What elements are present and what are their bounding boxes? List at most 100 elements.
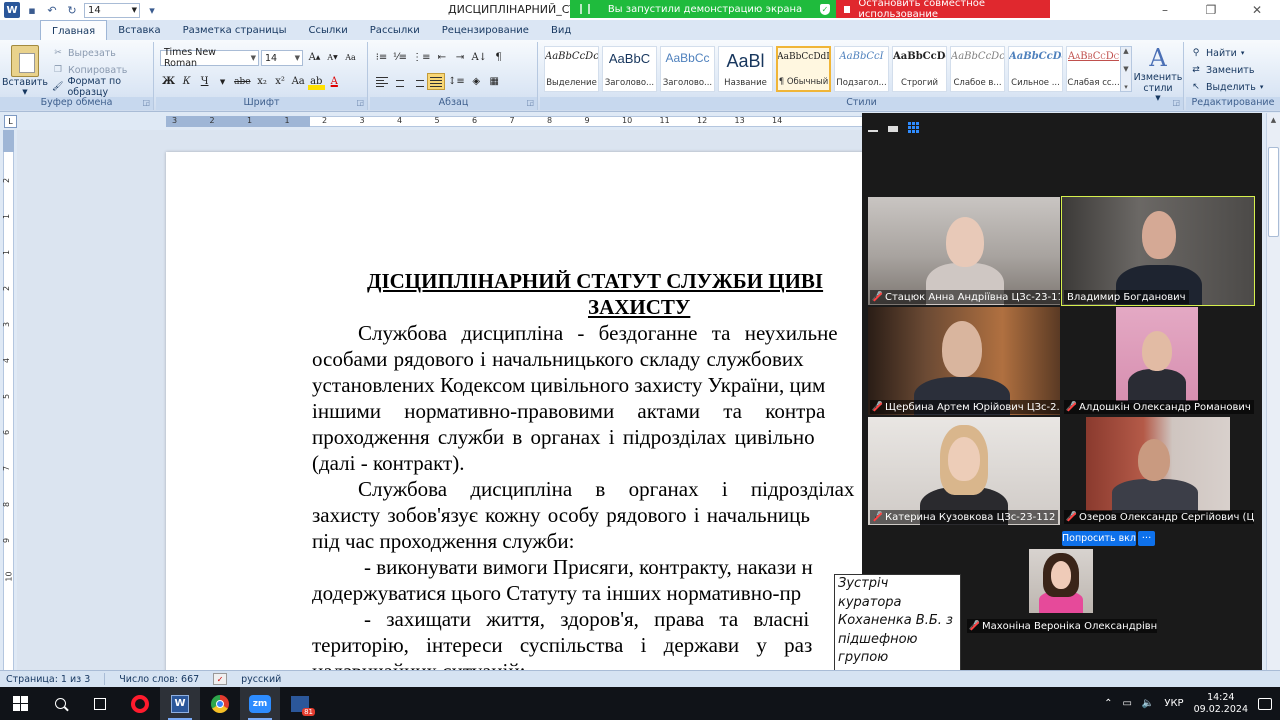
shrink-font-icon[interactable]: A ▼ <box>324 49 341 66</box>
notifications-icon[interactable] <box>1258 697 1272 710</box>
chevron-down-icon[interactable]: ▼ <box>1123 65 1128 73</box>
start-button[interactable] <box>0 687 40 720</box>
tab-insert[interactable]: Вставка <box>107 20 171 40</box>
close-icon[interactable]: ✕ <box>1234 0 1280 20</box>
align-right-icon[interactable] <box>409 73 426 90</box>
increase-indent-icon[interactable]: ⇥ <box>451 49 468 66</box>
video-tile[interactable]: 🎤 Катерина Кузовкова ЦЗс-23-112 <box>868 417 1060 525</box>
video-tile-active-speaker[interactable]: Владимир Богданович <box>1061 196 1255 306</box>
find-button[interactable]: ⚲ Найти ▾ <box>1190 45 1245 61</box>
borders-icon[interactable]: ▦ <box>486 73 503 90</box>
italic-button[interactable]: К <box>178 73 195 90</box>
tab-view[interactable]: Вид <box>540 20 582 40</box>
stop-share-button[interactable]: Остановить совместное использование <box>836 0 1050 20</box>
style-heading2[interactable]: AaBbCc Заголово... <box>660 46 715 92</box>
change-styles-button[interactable]: A Изменить стили ▼ <box>1134 44 1183 102</box>
multilevel-list-icon[interactable]: ⋮≡ <box>410 49 432 66</box>
show-marks-icon[interactable]: ¶ <box>490 49 507 66</box>
scrollbar-thumb[interactable] <box>1268 147 1279 237</box>
opera-app[interactable] <box>120 687 160 720</box>
gallery-view-icon[interactable] <box>908 122 919 133</box>
style-subtle-reference[interactable]: AaBbCcDc Слабая сс... <box>1066 46 1121 92</box>
tab-review[interactable]: Рецензирование <box>431 20 540 40</box>
chrome-app[interactable] <box>200 687 240 720</box>
shading-icon[interactable]: ◈ <box>468 73 485 90</box>
dialog-launcher-icon[interactable]: ◲ <box>356 98 364 107</box>
volume-icon[interactable]: 🔈 <box>1142 698 1154 709</box>
gallery-more-icon[interactable]: ▾ <box>1124 83 1128 91</box>
dialog-launcher-icon[interactable]: ◲ <box>526 98 534 107</box>
word-count[interactable]: Число слов: 667 <box>119 674 199 685</box>
document-language[interactable]: русский <box>241 674 281 685</box>
tab-mailings[interactable]: Рассылки <box>359 20 431 40</box>
document-text[interactable]: ДІСЦИПЛІНАРНИЙ СТАТУТ СЛУЖБИ ЦИВІ ЗАХИСТ… <box>312 268 862 670</box>
tab-references[interactable]: Ссылки <box>297 20 358 40</box>
style-strong[interactable]: AaBbCcDd Строгий <box>892 46 947 92</box>
strikethrough-button[interactable]: abe <box>232 73 252 90</box>
document-area[interactable]: ДІСЦИПЛІНАРНИЙ СТАТУТ СЛУЖБИ ЦИВІ ЗАХИСТ… <box>17 130 862 670</box>
paste-button[interactable]: Вставить ▼ <box>2 45 48 96</box>
grow-font-icon[interactable]: A ▲ <box>306 49 323 66</box>
style-heading1[interactable]: AaBbC Заголово... <box>602 46 657 92</box>
clock[interactable]: 14:24 09.02.2024 <box>1194 692 1248 716</box>
word-app[interactable]: W <box>160 687 200 720</box>
bullets-icon[interactable]: ⁝≡ <box>373 49 390 66</box>
video-tile[interactable]: 🎤 Озеров Олександр Сергійович (Ц... <box>1062 417 1254 525</box>
cut-button[interactable]: ✂ Вырезать <box>52 45 116 61</box>
screen-share-banner[interactable]: Вы запустили демонстрацию экрана ✓ <box>570 0 836 18</box>
more-options-button[interactable]: ··· <box>1138 531 1155 546</box>
style-subtle-emphasis[interactable]: AaBbCcDc Слабое в... <box>950 46 1005 92</box>
clear-format-icon[interactable]: Aa <box>342 49 359 66</box>
select-button[interactable]: ↖ Выделить ▾ <box>1190 79 1263 95</box>
justify-icon[interactable] <box>427 73 445 90</box>
zoom-app[interactable]: zm <box>240 687 280 720</box>
subscript-button[interactable]: x₂ <box>254 73 271 90</box>
tab-selector-icon[interactable]: L <box>4 115 17 128</box>
style-subtitle[interactable]: AaBbCcI Подзагол... <box>834 46 889 92</box>
line-spacing-icon[interactable]: ↕≡ <box>446 73 467 90</box>
video-tile[interactable]: 🎤 Стацюк Анна Андріївна ЦЗс-23-112 <box>868 197 1060 305</box>
drag-handle-icon[interactable] <box>580 4 590 14</box>
style-normal[interactable]: AaBbCcDdI ¶ Обычный <box>776 46 831 92</box>
page-count[interactable]: Страница: 1 из 3 <box>6 674 90 685</box>
numbering-icon[interactable]: ⅟≡ <box>391 49 409 66</box>
align-left-icon[interactable] <box>373 73 390 90</box>
chevron-up-icon[interactable]: ⌃ <box>1104 698 1112 709</box>
vertical-scrollbar[interactable]: ▲ <box>1266 113 1280 670</box>
style-intense-emphasis[interactable]: AaBbCcDc Сильное ... <box>1008 46 1063 92</box>
notes-app[interactable]: 81 <box>280 687 320 720</box>
superscript-button[interactable]: x² <box>272 73 289 90</box>
search-button[interactable] <box>40 687 80 720</box>
style-title[interactable]: AaBl Название <box>718 46 773 92</box>
minimize-video-icon[interactable] <box>868 122 878 132</box>
tab-page-layout[interactable]: Разметка страницы <box>172 20 298 40</box>
network-icon[interactable]: ▭ <box>1122 698 1131 709</box>
font-color-icon[interactable]: A <box>326 73 343 90</box>
chevron-up-icon[interactable]: ▲ <box>1267 113 1280 126</box>
change-case-button[interactable]: Aa <box>290 73 307 90</box>
word-logo-icon[interactable]: W <box>4 2 20 18</box>
maximize-icon[interactable]: ❐ <box>1188 0 1234 20</box>
decrease-indent-icon[interactable]: ⇤ <box>433 49 450 66</box>
dialog-launcher-icon[interactable]: ◲ <box>142 98 150 107</box>
video-tile[interactable]: 🎤 Алдошкін Олександр Романович ... <box>1062 307 1254 415</box>
speaker-view-icon[interactable] <box>888 122 898 132</box>
style-emphasis[interactable]: AaBbCcDc Выделение <box>544 46 599 92</box>
save-icon[interactable]: ▪ <box>24 2 40 18</box>
highlight-icon[interactable]: ab <box>307 73 325 90</box>
format-painter-button[interactable]: 🖌 Формат по образцу <box>52 76 153 98</box>
video-tile[interactable]: 🎤 Махоніна Вероніка Олександрівн... <box>965 549 1157 635</box>
minimize-icon[interactable]: – <box>1142 0 1188 20</box>
align-center-icon[interactable] <box>391 73 408 90</box>
vertical-ruler[interactable]: 2 1 1 2 3 4 5 6 7 8 9 10 <box>0 130 17 670</box>
ask-to-unmute-button[interactable]: Попросить вкл <box>1062 531 1136 546</box>
undo-icon[interactable]: ↶ <box>44 2 60 18</box>
customize-toolbar-icon[interactable]: ▾ <box>144 2 160 18</box>
style-gallery-scroll[interactable]: ▲ ▼ ▾ <box>1120 46 1132 92</box>
replace-button[interactable]: ⇄ Заменить <box>1190 62 1254 78</box>
sort-icon[interactable]: A↓ <box>469 49 489 66</box>
task-view-button[interactable] <box>80 687 120 720</box>
font-family-select[interactable]: Times New Roman ▼ <box>160 47 259 69</box>
chevron-down-icon[interactable]: ▼ <box>214 73 231 90</box>
quick-font-size[interactable]: 14 ▼ <box>84 2 140 18</box>
